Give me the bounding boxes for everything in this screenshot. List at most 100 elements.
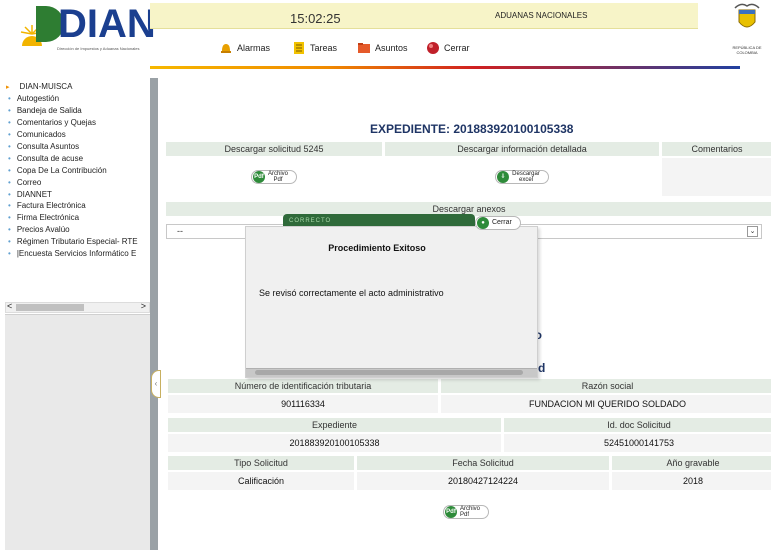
header-descargar-info: Descargar información detallada bbox=[385, 142, 659, 156]
clock: 15:02:25 bbox=[290, 11, 341, 26]
bullet-icon: • bbox=[8, 201, 11, 211]
sidebar-item-label: Copa De La Contribución bbox=[16, 165, 107, 175]
scrollbar-thumb[interactable] bbox=[16, 304, 84, 311]
sidebar-item-correo[interactable]: • Correo bbox=[8, 176, 138, 188]
sidebar-horizontal-scrollbar[interactable]: < > bbox=[5, 301, 150, 313]
sidebar-item-encuesta-servicios[interactable]: • |Encuesta Servicios Informático E bbox=[8, 248, 138, 260]
sidebar-item-precios-avaluo[interactable]: • Precios Avalúo bbox=[8, 224, 138, 236]
header-fecha-solicitud: Fecha Solicitud bbox=[357, 456, 609, 470]
dialog-tab-label: CORRECTO bbox=[289, 218, 332, 224]
bullet-icon: • bbox=[8, 118, 11, 128]
success-dialog: Procedimiento Exitoso Se revisó correcta… bbox=[245, 226, 538, 378]
pdf-icon: Pdf bbox=[252, 171, 265, 183]
sidebar: ▸ DIAN-MUISCA • Autogestión • Bandeja de S… bbox=[0, 78, 150, 550]
bullet-icon: • bbox=[8, 225, 11, 235]
chevron-down-icon[interactable]: ⌄ bbox=[747, 226, 758, 237]
expand-arrow-icon: ▸ bbox=[6, 83, 10, 91]
dialog-close-label: Cerrar bbox=[492, 219, 512, 226]
pdf-icon: Pdf bbox=[445, 506, 457, 518]
pdf-line2: Pdf bbox=[273, 177, 283, 183]
sidebar-item-copa-contribucion[interactable]: • Copa De La Contribución bbox=[8, 164, 138, 176]
value-id-doc: 52451000141753 bbox=[504, 434, 771, 452]
collapse-sidebar-icon[interactable]: ‹ bbox=[151, 370, 161, 398]
value-nit: 901116334 bbox=[168, 395, 438, 413]
sidebar-item-label: Firma Electrónica bbox=[16, 213, 80, 223]
sidebar-item-regimen-tributario[interactable]: • Régimen Tributario Especial- RTE bbox=[8, 236, 138, 248]
tree-root-label: DIAN-MUISCA bbox=[19, 82, 73, 91]
bullet-icon: • bbox=[8, 249, 11, 259]
sidebar-menu: • Autogestión • Bandeja de Salida • Comenta… bbox=[8, 93, 138, 259]
sidebar-item-factura-electronica[interactable]: • Factura Electrónica bbox=[8, 200, 138, 212]
downloads-header-row: Descargar solicitud 5245 Descargar infor… bbox=[166, 142, 771, 156]
task-list-icon bbox=[294, 42, 304, 54]
brand-subtitle: Dirección de Impuestos y Aduanas Naciona… bbox=[57, 46, 140, 51]
value-fecha-solicitud: 20180427124224 bbox=[357, 472, 609, 490]
info-row-3-values: Calificación 20180427124224 2018 bbox=[168, 472, 771, 490]
dialog-title: Procedimiento Exitoso bbox=[328, 243, 426, 253]
cell-pdf: Pdf Archivo Pdf bbox=[166, 158, 382, 196]
power-icon bbox=[427, 42, 439, 54]
dialog-tab: CORRECTO bbox=[283, 214, 475, 226]
bullet-icon: • bbox=[8, 142, 11, 151]
nav-asuntos[interactable]: Asuntos bbox=[357, 40, 408, 56]
sidebar-item-label: Consulta Asuntos bbox=[16, 142, 80, 151]
sidebar-item-label: Consulta de acuse bbox=[16, 153, 84, 163]
bullet-icon: • bbox=[8, 165, 11, 175]
banner-text: ADUANAS NACIONALES bbox=[495, 11, 588, 20]
excel-line2: excel bbox=[518, 177, 533, 183]
sidebar-item-consulta-acuse[interactable]: • Consulta de acuse bbox=[8, 152, 138, 164]
dialog-footer-scrollbar[interactable] bbox=[246, 368, 537, 377]
header-stripe bbox=[150, 66, 740, 69]
nav-alarmas-label: Alarmas bbox=[237, 43, 271, 53]
dialog-scroll-thumb[interactable] bbox=[255, 370, 523, 375]
dialog-close-button[interactable]: ● Cerrar bbox=[475, 216, 521, 230]
bullet-icon: • bbox=[8, 177, 11, 187]
app-header: DIAN Dirección de Impuestos y Aduanas Na… bbox=[0, 0, 771, 69]
tree-root[interactable]: ▸ DIAN-MUISCA bbox=[6, 82, 72, 91]
info-row-1-headers: Número de identificación tributaria Razó… bbox=[168, 379, 771, 393]
scroll-left-icon[interactable]: < bbox=[7, 301, 12, 311]
downloads-action-row: Pdf Archivo Pdf ⇩ Descargar excel bbox=[166, 158, 771, 196]
sidebar-item-autogestion[interactable]: • Autogestión bbox=[8, 93, 138, 105]
scroll-right-icon[interactable]: > bbox=[141, 301, 146, 311]
sidebar-item-comentarios-quejas[interactable]: • Comentarios y Quejas bbox=[8, 117, 138, 129]
dialog-message: Se revisó correctamente el acto administ… bbox=[259, 288, 444, 298]
sidebar-item-diannet[interactable]: • DIANNET bbox=[8, 188, 138, 200]
nav-tareas[interactable]: Tareas bbox=[292, 40, 337, 56]
bullet-icon: • bbox=[8, 153, 11, 163]
bullet-icon: • bbox=[8, 213, 11, 223]
sidebar-item-comunicados[interactable]: • Comunicados bbox=[8, 129, 138, 141]
header-comentarios: Comentarios bbox=[662, 142, 771, 156]
header-ano-gravable: Año gravable bbox=[612, 456, 771, 470]
folder-icon bbox=[358, 43, 370, 53]
pdf-line2: Pdf bbox=[460, 512, 470, 518]
header-nit: Número de identificación tributaria bbox=[168, 379, 438, 393]
sidebar-item-firma-electronica[interactable]: • Firma Electrónica bbox=[8, 212, 138, 224]
sidebar-item-label: Factura Electrónica bbox=[16, 201, 86, 211]
partial-heading-2: d bbox=[538, 361, 546, 375]
sidebar-splitter[interactable] bbox=[150, 78, 158, 550]
bullet-icon: • bbox=[8, 237, 11, 247]
sidebar-item-bandeja-salida[interactable]: • Bandeja de Salida bbox=[8, 105, 138, 117]
nav-alarmas[interactable]: Alarmas bbox=[219, 40, 270, 56]
excel-icon: ⇩ bbox=[497, 171, 510, 183]
info-row-2-headers: Expediente Id. doc Solicitud bbox=[168, 418, 771, 432]
download-pdf-button[interactable]: Pdf Archivo Pdf bbox=[250, 170, 297, 184]
sidebar-item-label: |Encuesta Servicios Informático E bbox=[16, 249, 137, 259]
sidebar-item-label: Precios Avalúo bbox=[16, 225, 70, 235]
info-row-2-values: 201883920100105338 52451000141753 bbox=[168, 434, 771, 452]
nav-cerrar[interactable]: Cerrar bbox=[426, 40, 470, 56]
page-title: EXPEDIENTE: 201883920100105338 bbox=[370, 122, 574, 136]
dialog-close-wrapper: ● Cerrar bbox=[475, 216, 521, 230]
download-excel-button[interactable]: ⇩ Descargar excel bbox=[495, 170, 549, 184]
value-expediente: 201883920100105338 bbox=[168, 434, 501, 452]
header-id-doc: Id. doc Solicitud bbox=[504, 418, 771, 432]
sidebar-item-label: Bandeja de Salida bbox=[16, 106, 82, 116]
sidebar-item-consulta-asuntos[interactable]: • Consulta Asuntos bbox=[8, 141, 138, 153]
bottom-pdf-wrapper: Pdf Archivo Pdf bbox=[443, 505, 490, 519]
sidebar-empty-area bbox=[5, 314, 150, 550]
bullet-icon: • bbox=[8, 130, 11, 140]
bottom-download-pdf-button[interactable]: Pdf Archivo Pdf bbox=[443, 505, 490, 519]
brand-name: DIAN bbox=[58, 2, 156, 46]
cell-comentarios bbox=[662, 158, 771, 196]
